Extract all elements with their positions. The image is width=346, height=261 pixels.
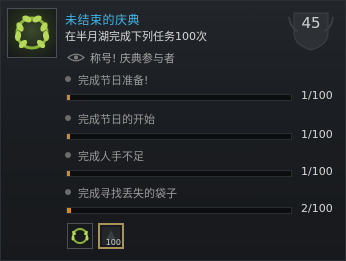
reward-quantity: 100 bbox=[105, 238, 121, 247]
objective-label: 完成节日准备! bbox=[78, 74, 149, 87]
progress-fill bbox=[67, 134, 71, 139]
objective-label: 完成寻找丢失的袋子 bbox=[78, 187, 177, 200]
objective-label: 完成节日的开始 bbox=[78, 113, 155, 126]
laurel-wreath-icon bbox=[71, 228, 89, 244]
progress-bar bbox=[66, 94, 292, 101]
progress-fill bbox=[67, 208, 72, 213]
progress-count: 1/100 bbox=[301, 165, 333, 178]
bullet-icon bbox=[65, 115, 71, 121]
achievement-icon bbox=[7, 8, 57, 58]
laurel-wreath-icon bbox=[14, 15, 50, 50]
eye-icon bbox=[67, 53, 85, 62]
achievement-title: 未结束的庆典 bbox=[65, 13, 141, 27]
bullet-icon bbox=[65, 189, 71, 195]
reward-title-text: 称号! 庆典参与者 bbox=[90, 52, 175, 65]
bullet-icon bbox=[65, 76, 71, 82]
achievement-description: 在半月湖完成下列任务100次 bbox=[65, 30, 207, 43]
achievement-points: 45 bbox=[301, 14, 321, 32]
progress-fill bbox=[67, 171, 71, 176]
reward-slot-wreath[interactable] bbox=[67, 223, 93, 249]
progress-count: 1/100 bbox=[301, 89, 333, 102]
progress-bar bbox=[66, 170, 292, 177]
progress-bar bbox=[66, 207, 292, 214]
points-badge: 45 bbox=[288, 11, 334, 51]
progress-bar bbox=[66, 133, 292, 140]
achievement-panel: 未结束的庆典 在半月湖完成下列任务100次 45 称号! 庆典参与者 完成节日准… bbox=[0, 0, 346, 261]
reward-slot-item[interactable]: 100 bbox=[98, 223, 124, 249]
bullet-icon bbox=[65, 152, 71, 158]
progress-count: 1/100 bbox=[301, 128, 333, 141]
progress-fill bbox=[67, 95, 71, 100]
progress-count: 2/100 bbox=[301, 202, 333, 215]
objective-label: 完成人手不足 bbox=[78, 150, 144, 163]
